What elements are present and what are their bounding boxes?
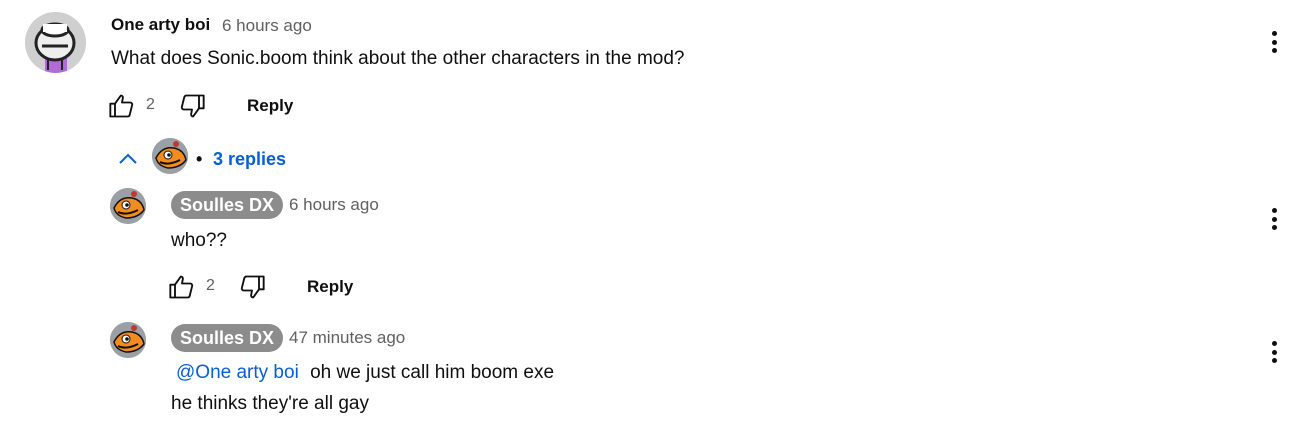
comment-author[interactable]: One arty boi — [111, 15, 210, 35]
thumb-down-icon — [240, 275, 265, 299]
reply-button[interactable]: Reply — [307, 277, 353, 297]
more-vert-icon[interactable] — [1264, 338, 1284, 366]
more-vert-icon[interactable] — [1264, 28, 1284, 56]
thumb-down-icon — [180, 94, 205, 118]
reply-text: oh we just call him boom exe — [310, 362, 555, 383]
thumb-up-icon — [109, 94, 134, 118]
replies-toggle-label[interactable]: 3 replies — [213, 149, 286, 170]
comment-text: What does Sonic.boom think about the oth… — [111, 48, 685, 69]
reply-text: who?? — [171, 230, 227, 251]
avatar-image — [25, 12, 86, 73]
thumb-up-icon — [169, 275, 194, 299]
commenter-avatar[interactable] — [25, 12, 86, 73]
replier-avatar-preview — [152, 138, 188, 174]
reply-text-line: @One arty boi oh we just call him boom e… — [171, 362, 554, 384]
replies-separator: • — [196, 149, 203, 169]
reply-text-line-2: he thinks they're all gay — [171, 393, 369, 414]
reply-time[interactable]: 47 minutes ago — [289, 328, 405, 348]
reply-avatar[interactable] — [110, 322, 146, 358]
like-button[interactable] — [106, 91, 138, 121]
mention-link[interactable]: @One arty boi — [176, 362, 299, 383]
reply-author-chip[interactable]: Soulles DX — [171, 191, 284, 219]
reply-avatar[interactable] — [110, 188, 146, 224]
reply-time[interactable]: 6 hours ago — [289, 195, 379, 215]
like-button[interactable] — [166, 272, 198, 302]
like-count: 2 — [146, 96, 155, 113]
more-vert-icon[interactable] — [1264, 205, 1284, 233]
comment-time[interactable]: 6 hours ago — [222, 16, 312, 36]
dislike-button[interactable] — [236, 272, 268, 302]
chevron-up-icon[interactable] — [117, 149, 139, 169]
reply-author-chip[interactable]: Soulles DX — [171, 324, 284, 352]
dislike-button[interactable] — [176, 91, 208, 121]
reply-button[interactable]: Reply — [247, 96, 293, 116]
like-count: 2 — [206, 277, 215, 294]
